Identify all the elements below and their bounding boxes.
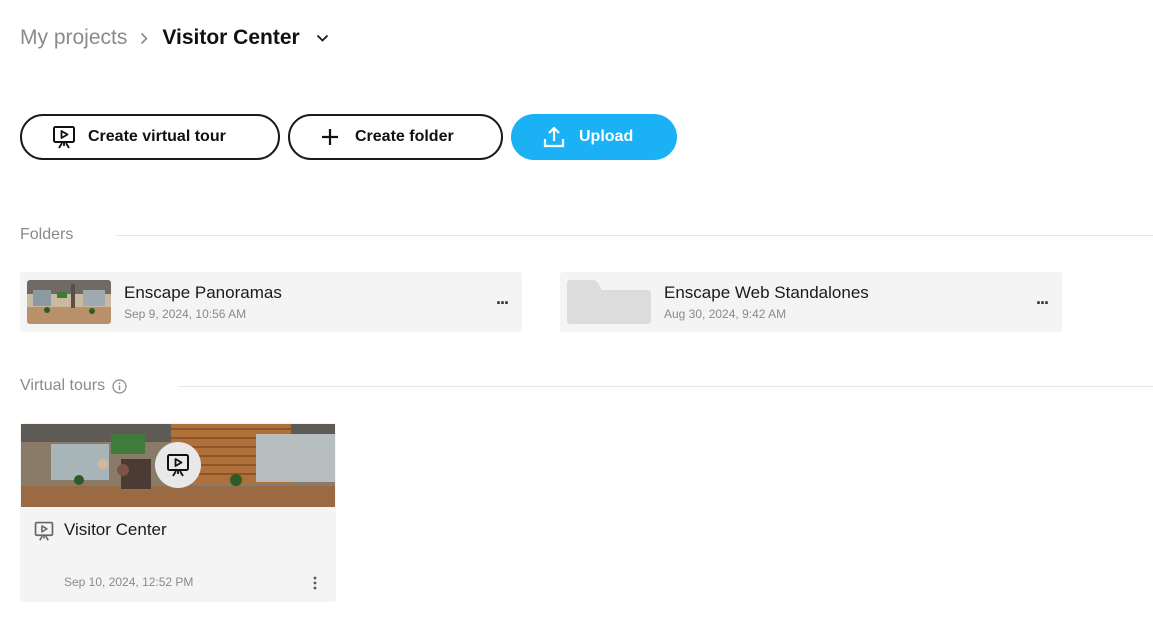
create-folder-label: Create folder (355, 128, 454, 145)
chevron-right-icon (140, 32, 148, 45)
virtual-tour-card[interactable]: Visitor Center Sep 10, 2024, 12:52 PM (20, 423, 336, 602)
folders-divider (116, 235, 1153, 236)
folder-icon (567, 280, 651, 324)
breadcrumb-root-link[interactable]: My projects (20, 26, 127, 50)
vertical-more-options-icon[interactable] (310, 575, 320, 591)
virtual-tours-divider (178, 386, 1153, 387)
presentation-play-icon (33, 520, 55, 547)
folder-card[interactable]: Enscape Web Standalones Aug 30, 2024, 9:… (560, 272, 1062, 332)
virtual-tour-date: Sep 10, 2024, 12:52 PM (64, 575, 194, 589)
page-title: Visitor Center (162, 26, 300, 49)
play-tour-icon[interactable] (155, 442, 201, 488)
folders-section-title: Folders (20, 226, 74, 243)
folder-name: Enscape Panoramas (124, 283, 282, 302)
chevron-down-icon[interactable] (316, 34, 329, 42)
folder-name: Enscape Web Standalones (664, 283, 869, 302)
more-options-icon[interactable]: ... (1036, 289, 1049, 307)
virtual-tour-name: Visitor Center (64, 520, 167, 539)
upload-label: Upload (579, 128, 634, 145)
presentation-play-icon (51, 124, 77, 150)
create-virtual-tour-label: Create virtual tour (88, 128, 226, 145)
create-folder-button[interactable]: Create folder (288, 114, 503, 160)
folder-thumbnail (27, 280, 111, 324)
virtual-tours-section-title: Virtual tours (20, 377, 106, 394)
more-options-icon[interactable]: ... (496, 289, 509, 307)
plus-icon (320, 127, 340, 147)
folders-section-header: Folders (20, 226, 73, 244)
create-virtual-tour-button[interactable]: Create virtual tour (20, 114, 280, 160)
folder-date: Aug 30, 2024, 9:42 AM (664, 307, 787, 321)
virtual-tour-thumbnail (21, 424, 335, 507)
upload-button[interactable]: Upload (511, 114, 677, 160)
virtual-tours-section-header: Virtual tours (20, 377, 127, 395)
info-icon[interactable] (112, 378, 127, 394)
upload-icon (542, 125, 566, 149)
action-toolbar: Create virtual tour Create folder Upload (20, 114, 677, 160)
folder-card[interactable]: Enscape Panoramas Sep 9, 2024, 10:56 AM … (20, 272, 522, 332)
folder-date: Sep 9, 2024, 10:56 AM (124, 307, 247, 321)
breadcrumb: My projects Visitor Center (20, 22, 329, 54)
